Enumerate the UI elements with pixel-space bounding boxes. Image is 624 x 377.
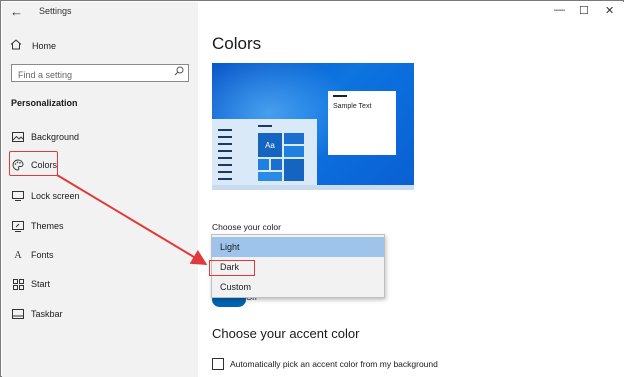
- accent-color-heading: Choose your accent color: [212, 326, 360, 341]
- color-preview: Aa Sample Text: [212, 63, 414, 190]
- colors-annotation-box: [9, 151, 58, 176]
- minimize-icon[interactable]: —: [554, 4, 565, 16]
- search-input[interactable]: [12, 67, 162, 83]
- lock-screen-icon: [11, 189, 25, 203]
- sidebar-item-background[interactable]: Background: [11, 129, 79, 145]
- sidebar-item-home[interactable]: Home: [10, 38, 56, 54]
- auto-accent-checkbox[interactable]: [212, 358, 224, 370]
- sidebar-item-fonts[interactable]: A Fonts: [11, 247, 54, 263]
- sidebar-item-start[interactable]: Start: [11, 276, 50, 292]
- section-heading: Personalization: [11, 98, 78, 108]
- start-icon: [11, 277, 25, 291]
- sidebar-item-label: Themes: [31, 221, 64, 231]
- preview-window: Sample Text: [328, 91, 396, 155]
- taskbar-icon: [11, 307, 25, 321]
- sidebar-item-label: Home: [32, 41, 57, 51]
- sidebar-item-themes[interactable]: Themes: [11, 218, 64, 234]
- fonts-icon: A: [14, 249, 22, 261]
- search-icon[interactable]: [174, 66, 184, 79]
- sidebar-item-label: Taskbar: [31, 309, 63, 319]
- maximize-icon[interactable]: ☐: [579, 4, 589, 17]
- settings-window: ← Settings Home Personalization Backgrou…: [0, 0, 624, 377]
- preview-tiles: Aa: [258, 125, 306, 183]
- dropdown-option-custom[interactable]: Custom: [212, 277, 384, 297]
- themes-icon: [11, 219, 25, 233]
- home-icon: [10, 39, 26, 53]
- back-arrow-icon[interactable]: ←: [10, 5, 26, 19]
- sidebar-item-taskbar[interactable]: Taskbar: [11, 306, 63, 322]
- sidebar-item-label: Background: [31, 132, 80, 142]
- image-icon: [11, 130, 25, 144]
- page-title: Colors: [212, 34, 262, 53]
- sidebar-item-label: Start: [31, 279, 51, 289]
- main-content: — ☐ ✕ Colors Aa Sample Text Choose your …: [198, 2, 624, 377]
- search-box[interactable]: [11, 64, 189, 83]
- sidebar-item-lock-screen[interactable]: Lock screen: [11, 188, 80, 204]
- dropdown-option-light[interactable]: Light: [212, 237, 384, 257]
- auto-accent-label: Automatically pick an accent color from …: [230, 359, 438, 369]
- preview-list: [218, 129, 232, 185]
- choose-color-label: Choose your color: [212, 222, 281, 232]
- auto-accent-option[interactable]: Automatically pick an accent color from …: [212, 357, 438, 371]
- close-icon[interactable]: ✕: [605, 4, 614, 17]
- sidebar-item-label: Fonts: [31, 250, 54, 260]
- sidebar: ← Settings Home Personalization Backgrou…: [2, 2, 198, 377]
- preview-taskbar: [212, 185, 414, 190]
- preview-tile-aa: Aa: [258, 133, 282, 157]
- sidebar-item-label: Lock screen: [31, 191, 80, 201]
- preview-sample-text: Sample Text: [333, 103, 372, 110]
- window-title: Settings: [39, 6, 72, 16]
- dark-annotation-box: [209, 260, 255, 276]
